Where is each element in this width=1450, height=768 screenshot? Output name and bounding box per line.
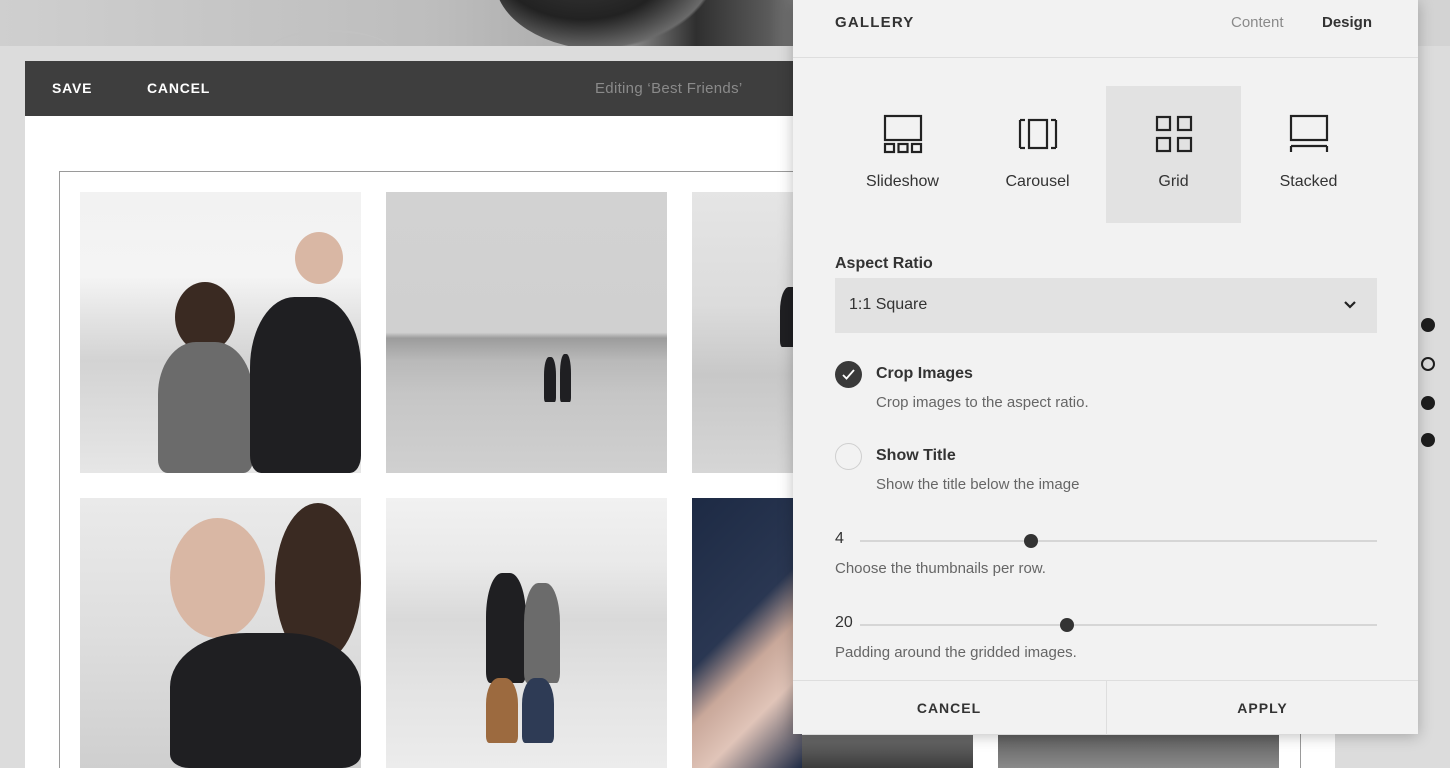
layout-option-slideshow[interactable]: Slideshow: [835, 86, 970, 223]
padding-slider-thumb[interactable]: [1059, 618, 1074, 632]
checkmark-icon: [842, 369, 855, 380]
carousel-icon: [1018, 118, 1058, 150]
aspect-ratio-value: 1:1 Square: [849, 296, 928, 313]
show-title-description: Show the title below the image: [876, 476, 1080, 493]
gallery-image[interactable]: [998, 735, 1279, 768]
gallery-image[interactable]: [692, 498, 802, 768]
gallery-image[interactable]: [80, 498, 361, 768]
layout-option-carousel[interactable]: Carousel: [970, 86, 1105, 223]
show-title-title: Show Title: [876, 447, 956, 464]
thumbnails-slider[interactable]: [860, 534, 1377, 548]
gallery-image[interactable]: [80, 192, 361, 473]
gallery-settings-panel: GALLERY Content Design Slideshow Carouse…: [793, 0, 1418, 735]
tab-content[interactable]: Content: [1231, 14, 1284, 31]
layout-option-label: Stacked: [1279, 173, 1338, 190]
layout-option-stacked[interactable]: Stacked: [1241, 86, 1376, 223]
stacked-icon: [1289, 114, 1329, 152]
layout-option-label: Slideshow: [866, 173, 939, 190]
crop-images-title: Crop Images: [876, 365, 973, 382]
slideshow-icon: [883, 114, 923, 154]
aspect-ratio-select[interactable]: 1:1 Square: [835, 278, 1377, 333]
chevron-down-icon: [1344, 301, 1356, 309]
image-figure: [486, 678, 518, 743]
panel-title: GALLERY: [835, 14, 915, 31]
thumbnails-slider-thumb[interactable]: [1023, 534, 1038, 548]
image-figure: [486, 573, 526, 683]
cancel-button[interactable]: CANCEL: [147, 61, 210, 116]
save-button[interactable]: SAVE: [52, 61, 92, 116]
nav-dot-active[interactable]: [1421, 357, 1435, 371]
panel-cancel-button[interactable]: CANCEL: [793, 681, 1105, 735]
show-title-checkbox[interactable]: [835, 443, 862, 470]
editing-title: Editing ‘Best Friends’: [595, 80, 743, 97]
apply-button[interactable]: APPLY: [1106, 681, 1418, 735]
layout-option-label: Grid: [1158, 173, 1189, 190]
image-figure: [560, 354, 571, 402]
header-image-detail: [270, 30, 390, 46]
image-figure: [170, 518, 265, 638]
image-figure: [544, 357, 556, 402]
nav-dot[interactable]: [1421, 318, 1435, 332]
layout-option-grid[interactable]: Grid: [1106, 86, 1241, 223]
thumbnails-slider-value: 4: [835, 530, 844, 547]
panel-header: GALLERY Content Design: [793, 0, 1418, 58]
crop-images-description: Crop images to the aspect ratio.: [876, 394, 1089, 411]
tab-design[interactable]: Design: [1322, 14, 1372, 31]
image-figure: [158, 342, 253, 473]
image-figure: [524, 583, 560, 683]
aspect-ratio-label: Aspect Ratio: [835, 255, 933, 272]
header-image-subject: [495, 0, 715, 46]
gallery-image[interactable]: [386, 498, 667, 768]
gallery-image[interactable]: [802, 735, 973, 768]
image-figure: [170, 633, 361, 768]
layout-option-label: Carousel: [1005, 173, 1070, 190]
image-figure: [295, 232, 343, 284]
panel-footer: CANCEL APPLY: [793, 680, 1418, 735]
image-figure: [522, 678, 554, 743]
thumbnails-slider-description: Choose the thumbnails per row.: [835, 560, 1046, 577]
nav-dot[interactable]: [1421, 433, 1435, 447]
gallery-image[interactable]: [692, 192, 802, 473]
image-figure: [250, 297, 361, 473]
crop-images-checkbox[interactable]: [835, 361, 862, 388]
nav-dot[interactable]: [1421, 396, 1435, 410]
padding-slider-description: Padding around the gridded images.: [835, 644, 1077, 661]
gallery-image[interactable]: [386, 192, 667, 473]
grid-icon: [1155, 115, 1193, 153]
padding-slider[interactable]: [860, 618, 1377, 632]
padding-slider-value: 20: [835, 614, 853, 631]
